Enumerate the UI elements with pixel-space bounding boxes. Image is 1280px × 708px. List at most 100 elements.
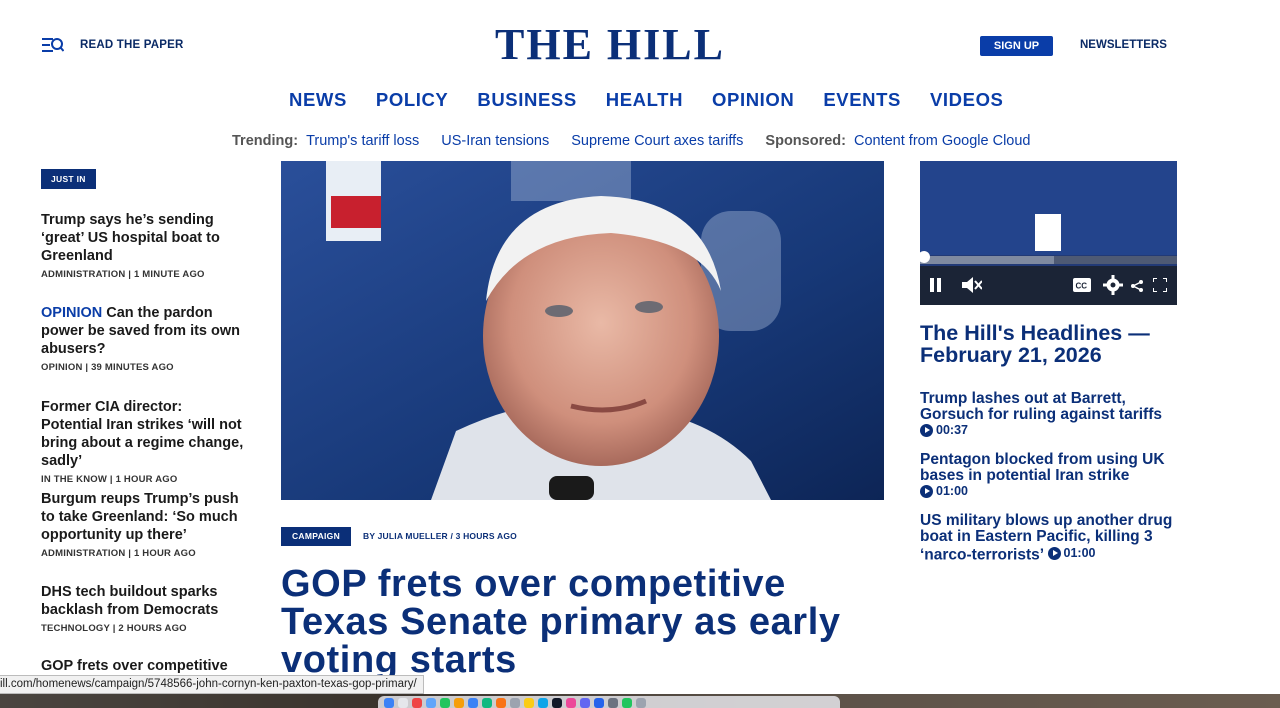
story-meta: ADMINISTRATION | 1 MINUTE AGO xyxy=(41,269,205,280)
just-in-badge: JUST IN xyxy=(41,169,96,189)
video-item-title[interactable]: Pentagon blocked from using UK bases in … xyxy=(920,452,1180,484)
story-title[interactable]: OPINION Can the pardon pow­er be saved f… xyxy=(41,304,246,358)
share-icon[interactable] xyxy=(1131,279,1143,297)
story-category[interactable]: IN THE KNOW xyxy=(41,474,107,485)
maps-icon[interactable] xyxy=(482,698,492,708)
menu-search-icon[interactable] xyxy=(42,36,65,54)
video-item-title[interactable]: US military blows up another drug boat i… xyxy=(920,513,1180,564)
app-icon[interactable] xyxy=(412,698,422,708)
trash-icon[interactable] xyxy=(636,698,646,708)
story-meta: TECHNOLOGY | 2 HOURS AGO xyxy=(41,623,187,634)
trending-link[interactable]: Supreme Court axes tariffs xyxy=(571,133,743,149)
app-icon[interactable] xyxy=(496,698,506,708)
story-time: 1 HOUR AGO xyxy=(133,548,196,559)
story-category[interactable]: OPINION xyxy=(41,362,83,373)
story-title[interactable]: Former CIA director: Potential Iran stri… xyxy=(41,398,246,470)
video-player[interactable]: CC xyxy=(920,161,1177,305)
app-store-icon[interactable] xyxy=(594,698,604,708)
fullscreen-icon[interactable] xyxy=(1152,277,1168,297)
nav-opinion[interactable]: OPINION xyxy=(712,89,794,111)
video-item[interactable]: Pentagon blocked from using UK bases in … xyxy=(920,452,1180,503)
launchpad-icon[interactable] xyxy=(398,698,408,708)
list-item: OPINION Can the pardon pow­er be saved f… xyxy=(41,304,246,373)
just-in-column: JUST IN Trump says he’s sending ‘great’ … xyxy=(41,169,251,674)
newsletters-link[interactable]: NEWSLETTERS xyxy=(1080,39,1167,51)
story-category[interactable]: ADMINISTRATION xyxy=(41,548,125,559)
story-title[interactable]: GOP frets over competitive xyxy=(41,657,246,675)
video-item-title[interactable]: Trump lashes out at Barrett, Gorsuch for… xyxy=(920,391,1180,423)
play-icon xyxy=(1047,546,1061,560)
app-icon[interactable] xyxy=(552,698,562,708)
sponsored-link[interactable]: Content from Google Cloud xyxy=(854,133,1031,149)
list-item: Trump says he’s sending ‘great’ US hospi… xyxy=(41,211,246,280)
story-title[interactable]: Burgum reups Trump’s push to take Greenl… xyxy=(41,490,246,544)
app-icon[interactable] xyxy=(538,698,548,708)
sponsored-label: Sponsored: xyxy=(765,133,846,149)
mail-icon[interactable] xyxy=(468,698,478,708)
safari-icon[interactable] xyxy=(426,698,436,708)
nav-health[interactable]: HEALTH xyxy=(606,89,683,111)
app-icon[interactable] xyxy=(622,698,632,708)
nav-events[interactable]: EVENTS xyxy=(823,89,901,111)
story-title[interactable]: Trump says he’s sending ‘great’ US hospi… xyxy=(41,211,246,265)
trending-label: Trending: xyxy=(232,133,299,149)
header-left: READ THE PAPER xyxy=(42,36,184,54)
duration-text: 01:00 xyxy=(1063,546,1096,560)
main-nav: NEWS POLICY BUSINESS HEALTH OPINION EVEN… xyxy=(289,89,1004,111)
video-progress-fill xyxy=(920,256,1054,264)
list-item: Former CIA director: Potential Iran stri… xyxy=(41,398,246,485)
video-duration: 01:00 xyxy=(920,484,968,498)
app-icon[interactable] xyxy=(454,698,464,708)
list-item: GOP frets over competitive xyxy=(41,657,246,675)
duration-text: 01:00 xyxy=(936,484,968,498)
play-icon xyxy=(920,484,933,498)
campaign-tag[interactable]: CAMPAIGN xyxy=(281,527,351,546)
main-headline[interactable]: GOP frets over competitive Texas Senate … xyxy=(281,565,891,679)
play-icon xyxy=(920,423,933,437)
story-time: 2 HOURS AGO xyxy=(118,623,187,634)
notes-icon[interactable] xyxy=(524,698,534,708)
story-time: 39 MINUTES AGO xyxy=(91,362,174,373)
story-meta: IN THE KNOW | 1 HOUR AGO xyxy=(41,474,178,485)
duration-text: 00:37 xyxy=(936,423,968,437)
sign-up-button[interactable]: SIGN UP xyxy=(980,36,1053,56)
video-item[interactable]: Trump lashes out at Barrett, Gorsuch for… xyxy=(920,391,1180,442)
video-item[interactable]: US military blows up another drug boat i… xyxy=(920,513,1180,564)
read-the-paper-link[interactable]: READ THE PAPER xyxy=(80,39,184,51)
video-item-title-text[interactable]: US military blows up another drug boat i… xyxy=(920,512,1172,564)
settings-icon[interactable] xyxy=(608,698,618,708)
finder-icon[interactable] xyxy=(384,698,394,708)
byline: BY JULIA MUELLER / 3 HOURS AGO xyxy=(363,531,517,541)
dock xyxy=(378,696,840,708)
video-duration: 01:00 xyxy=(1047,545,1096,561)
captions-icon[interactable]: CC xyxy=(1073,278,1091,297)
story-category[interactable]: ADMINISTRATION xyxy=(41,269,125,280)
app-icon[interactable] xyxy=(510,698,520,708)
status-bar-url: ill.com/homenews/campaign/5748566-john-c… xyxy=(0,675,424,694)
story-time: 1 HOUR AGO xyxy=(115,474,178,485)
list-item: Burgum reups Trump’s push to take Greenl… xyxy=(41,490,246,559)
hero-image[interactable] xyxy=(281,161,884,500)
story-time: 1 MINUTE AGO xyxy=(133,269,205,280)
nav-policy[interactable]: POLICY xyxy=(376,89,448,111)
story-meta: ADMINISTRATION | 1 HOUR AGO xyxy=(41,548,196,559)
video-playlist-title[interactable]: The Hill's Headlines — February 21, 2026 xyxy=(920,322,1180,366)
trending-link[interactable]: Trump's tariff loss xyxy=(306,133,419,149)
pause-icon[interactable] xyxy=(930,278,942,297)
settings-gear-icon[interactable] xyxy=(1103,275,1123,300)
trending-link[interactable]: US-Iran tensions xyxy=(441,133,549,149)
nav-news[interactable]: NEWS xyxy=(289,89,347,111)
story-category[interactable]: TECHNOLOGY xyxy=(41,623,110,634)
mute-icon[interactable] xyxy=(962,276,983,299)
music-icon[interactable] xyxy=(566,698,576,708)
nav-business[interactable]: BUSINESS xyxy=(477,89,576,111)
opinion-tag[interactable]: OPINION xyxy=(41,305,102,321)
story-title[interactable]: DHS tech buildout sparks backlash from D… xyxy=(41,583,246,619)
story-meta: OPINION | 39 MINUTES AGO xyxy=(41,362,174,373)
app-icon[interactable] xyxy=(580,698,590,708)
messages-icon[interactable] xyxy=(440,698,450,708)
site-logo[interactable]: THE HILL xyxy=(494,22,726,68)
nav-videos[interactable]: VIDEOS xyxy=(930,89,1004,111)
svg-text:CC: CC xyxy=(1076,282,1088,291)
trending-bar: Trending: Trump's tariff loss US-Iran te… xyxy=(232,133,1053,149)
